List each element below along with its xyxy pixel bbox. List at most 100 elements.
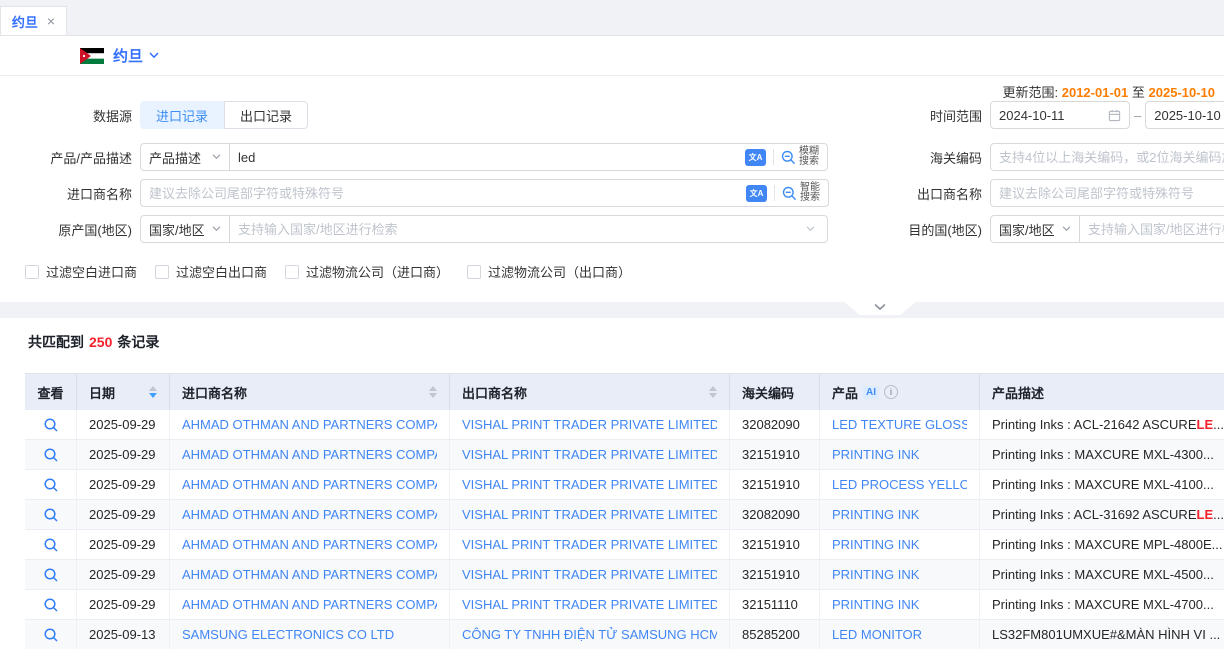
table-row: 2025-09-29 AHMAD OTHMAN AND PARTNERS COM… [25,470,1224,500]
view-magnifier-icon[interactable] [43,627,59,643]
end-date-picker[interactable]: 2025-10-10 [1145,101,1224,129]
exporter-link[interactable]: VISHAL PRINT TRADER PRIVATE LIMITED [462,417,717,432]
view-magnifier-icon[interactable] [43,477,59,493]
importer-link[interactable]: AHMAD OTHMAN AND PARTNERS COMPA... [182,567,437,582]
product-link[interactable]: PRINTING INK [832,567,919,582]
exporter-sort-control[interactable] [709,386,717,398]
view-magnifier-icon[interactable] [43,507,59,523]
sort-asc-icon[interactable] [709,386,717,391]
view-cell[interactable] [25,440,77,469]
importer-link[interactable]: SAMSUNG ELECTRONICS CO LTD [182,627,394,642]
sort-asc-icon[interactable] [429,386,437,391]
sort-asc-icon[interactable] [149,386,157,391]
exporter-link[interactable]: VISHAL PRINT TRADER PRIVATE LIMITED [462,597,717,612]
origin-country-select[interactable]: 国家/地区 [140,215,230,243]
importer-name-input[interactable] [141,181,746,205]
checkbox-filter-logistics-exporter[interactable]: 过滤物流公司（出口商） [467,262,631,281]
destination-select-value: 国家/地区 [999,220,1055,239]
country-chevron-down-icon[interactable] [149,52,159,59]
product-link[interactable]: LED PROCESS YELLOW... [832,477,967,492]
product-field-select[interactable]: 产品描述 [140,143,230,171]
chevron-down-icon [874,303,886,311]
product-link[interactable]: PRINTING INK [832,447,919,462]
product-search-input[interactable] [230,145,745,169]
importer-link[interactable]: AHMAD OTHMAN AND PARTNERS COMPA... [182,477,437,492]
view-cell[interactable] [25,530,77,559]
checkbox-label: 过滤物流公司（进口商） [306,262,449,281]
country-bar: 约旦 [0,36,1224,76]
chevron-down-icon[interactable] [806,226,815,232]
view-cell[interactable] [25,560,77,589]
importer-link[interactable]: AHMAD OTHMAN AND PARTNERS COMPA... [182,597,437,612]
checkbox-filter-blank-exporter[interactable]: 过滤空白出口商 [155,262,267,281]
product-link[interactable]: PRINTING INK [832,507,919,522]
view-cell[interactable] [25,620,77,649]
product-desc-cell: Printing Inks : MAXCURE MXL-4500... [980,560,1224,589]
hs-code-input[interactable] [990,143,1224,171]
import-records-tab[interactable]: 进口记录 [140,101,224,129]
update-range: 更新范围: 2012-01-01 至 2025-10-10 [1002,82,1215,101]
checkbox-filter-blank-importer[interactable]: 过滤空白进口商 [25,262,137,281]
tab-jordan[interactable]: 约旦 × [0,6,67,35]
divider [774,185,775,201]
checkbox-icon[interactable] [467,265,481,279]
date-cell: 2025-09-29 [77,590,170,619]
translate-icon[interactable]: 文A [746,185,767,202]
checkbox-label: 过滤空白出口商 [176,262,267,281]
importer-link[interactable]: AHMAD OTHMAN AND PARTNERS COMPA... [182,417,437,432]
view-cell[interactable] [25,470,77,499]
checkbox-icon[interactable] [25,265,39,279]
exporter-name-input[interactable] [990,179,1224,207]
exporter-link[interactable]: VISHAL PRINT TRADER PRIVATE LIMITED [462,477,717,492]
exporter-link[interactable]: CÔNG TY TNHH ĐIỆN TỬ SAMSUNG HCMC... [462,627,717,642]
tab-close-icon[interactable]: × [47,14,55,28]
view-cell[interactable] [25,410,77,439]
importer-link[interactable]: AHMAD OTHMAN AND PARTNERS COMPA... [182,537,437,552]
results-table: 查看 日期 进口商名称 出口商名称 [25,373,1224,649]
country-name[interactable]: 约旦 [113,45,143,66]
translate-icon[interactable]: 文A [745,149,766,166]
export-records-tab[interactable]: 出口记录 [224,101,308,129]
view-magnifier-icon[interactable] [43,537,59,553]
filter-panel: 更新范围: 2012-01-01 至 2025-10-10 数据源 进口记录 出… [0,76,1224,302]
hs-code-label: 海关编码 [905,148,990,167]
product-link[interactable]: LED MONITOR [832,627,922,642]
view-magnifier-icon[interactable] [43,417,59,433]
view-cell[interactable] [25,590,77,619]
view-magnifier-icon[interactable] [43,597,59,613]
exporter-link[interactable]: VISHAL PRINT TRADER PRIVATE LIMITED [462,567,717,582]
importer-sort-control[interactable] [429,386,437,398]
sort-desc-icon[interactable] [429,393,437,398]
smart-search-button[interactable]: 智能 搜索 [782,183,822,203]
sort-desc-icon[interactable] [709,393,717,398]
view-magnifier-icon[interactable] [43,447,59,463]
sort-desc-icon[interactable] [149,393,157,398]
exporter-link[interactable]: VISHAL PRINT TRADER PRIVATE LIMITED [462,537,717,552]
date-range-separator: – [1134,108,1141,123]
product-link[interactable]: PRINTING INK [832,597,919,612]
checkbox-icon[interactable] [155,265,169,279]
chevron-down-icon [212,226,221,232]
destination-country-select[interactable]: 国家/地区 [990,215,1080,243]
date-sort-control[interactable] [149,386,157,398]
importer-link[interactable]: AHMAD OTHMAN AND PARTNERS COMPA... [182,447,437,462]
exporter-label: 出口商名称 [905,184,990,203]
exporter-link[interactable]: VISHAL PRINT TRADER PRIVATE LIMITED [462,507,717,522]
update-range-start: 2012-01-01 [1062,85,1129,100]
product-desc-cell: Printing Inks : MAXCURE MXL-4700... [980,590,1224,619]
checkbox-filter-logistics-importer[interactable]: 过滤物流公司（进口商） [285,262,449,281]
start-date-picker[interactable]: 2024-10-11 [990,101,1130,129]
product-desc-cell: Printing Inks : ACL-21642 ASCURE LE... [980,410,1224,439]
view-cell[interactable] [25,500,77,529]
info-icon[interactable]: i [884,385,898,399]
view-magnifier-icon[interactable] [43,567,59,583]
checkbox-label: 过滤物流公司（出口商） [488,262,631,281]
checkbox-icon[interactable] [285,265,299,279]
fuzzy-search-button[interactable]: 模糊 搜索 [781,147,821,167]
product-link[interactable]: PRINTING INK [832,537,919,552]
destination-country-input[interactable] [1080,217,1224,241]
importer-link[interactable]: AHMAD OTHMAN AND PARTNERS COMPA... [182,507,437,522]
product-link[interactable]: LED TEXTURE GLOSS ... [832,417,967,432]
origin-country-input[interactable] [230,217,806,241]
exporter-link[interactable]: VISHAL PRINT TRADER PRIVATE LIMITED [462,447,717,462]
